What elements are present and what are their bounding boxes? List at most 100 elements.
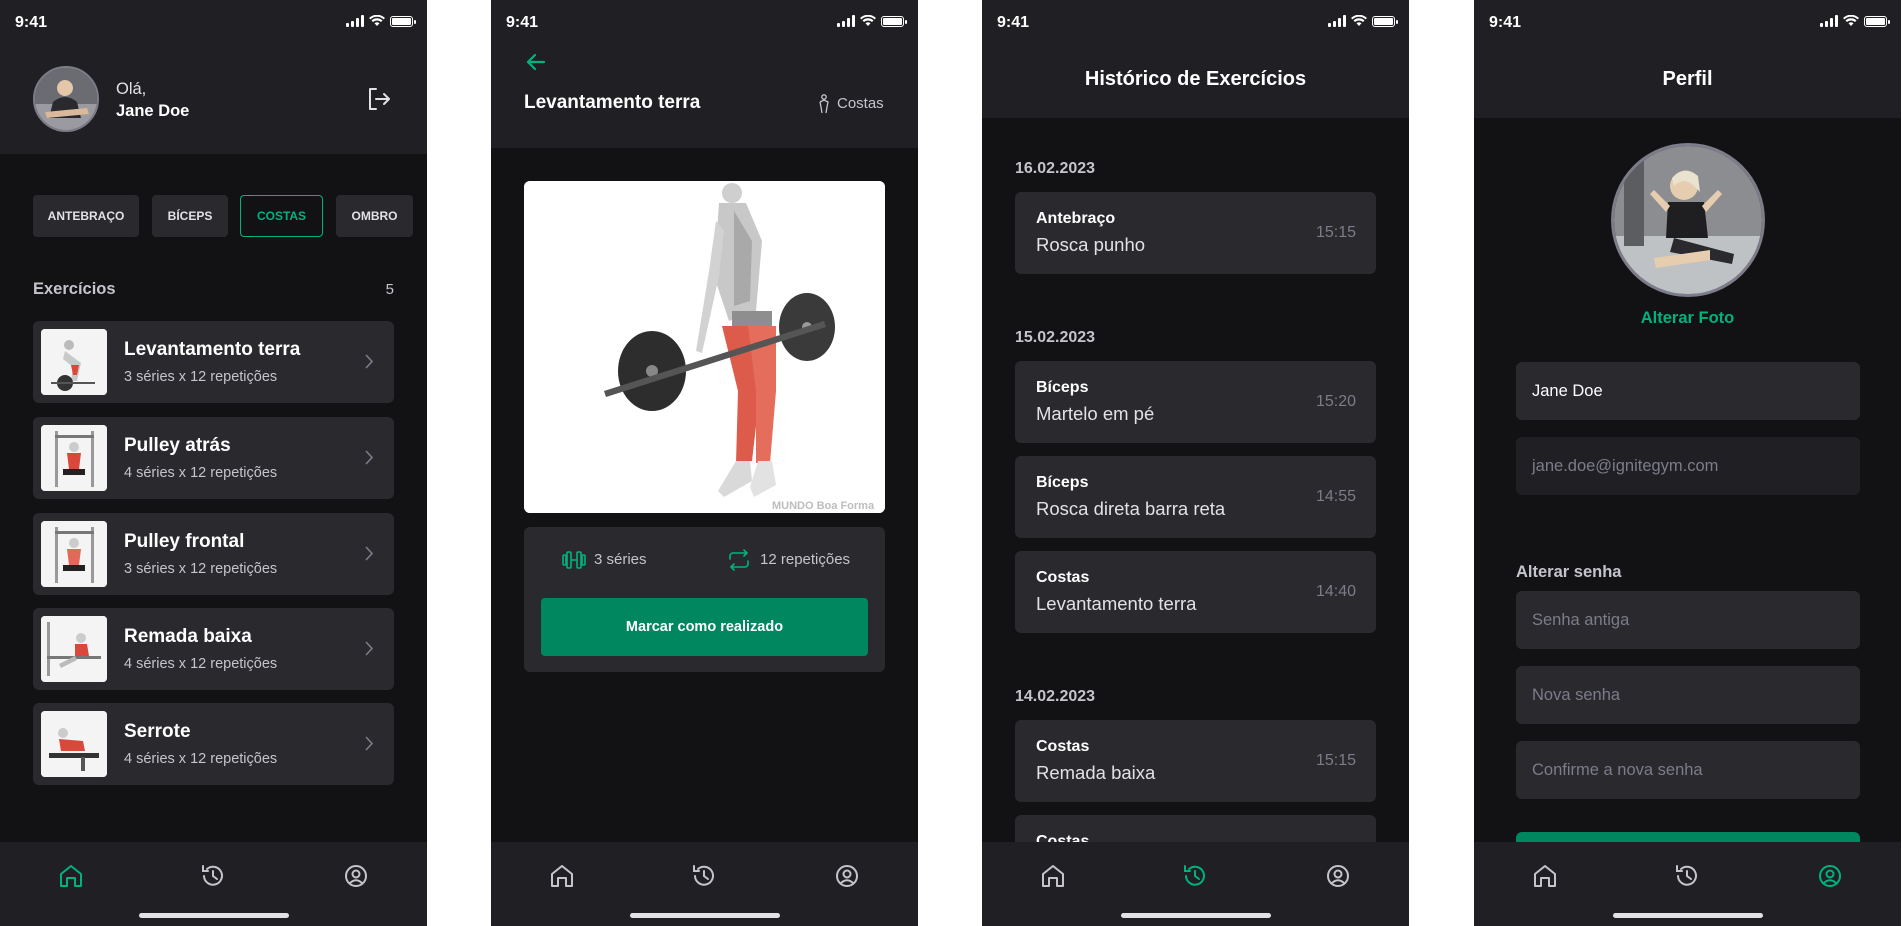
exercise-name: Serrote bbox=[124, 721, 191, 742]
chevron-right-icon bbox=[365, 641, 374, 656]
tab-bar bbox=[491, 842, 918, 926]
exercise-card-levantamento-terra[interactable]: Levantamento terra 3 séries x 12 repetiç… bbox=[33, 321, 394, 403]
battery-icon bbox=[1372, 15, 1398, 27]
chevron-right-icon bbox=[365, 354, 374, 369]
page-title: Histórico de Exercícios bbox=[1084, 68, 1307, 90]
user-name: Jane Doe bbox=[116, 102, 190, 120]
avatar[interactable] bbox=[33, 66, 99, 132]
history-icon[interactable] bbox=[690, 862, 718, 890]
status-icons bbox=[1328, 15, 1398, 27]
history-date: 14.02.2023 bbox=[1015, 688, 1096, 705]
history-item[interactable]: Antebraço Rosca punho 15:15 bbox=[1015, 192, 1376, 274]
history-item-name: Martelo em pé bbox=[1036, 403, 1155, 424]
cellular-icon bbox=[837, 15, 855, 27]
profile-icon[interactable] bbox=[342, 862, 370, 890]
exercise-card-remada-baixa[interactable]: Remada baixa 4 séries x 12 repetições bbox=[33, 608, 394, 690]
history-item-time: 14:55 bbox=[1315, 488, 1356, 505]
logout-icon[interactable] bbox=[366, 86, 392, 112]
mark-done-button[interactable]: Marcar como realizado bbox=[541, 598, 868, 656]
group-costas[interactable]: COSTAS bbox=[240, 195, 323, 237]
notch bbox=[1069, 0, 1322, 31]
chevron-right-icon bbox=[365, 450, 374, 465]
back-arrow-icon[interactable] bbox=[525, 51, 547, 73]
home-indicator bbox=[1612, 913, 1763, 918]
name-field[interactable]: Jane Doe bbox=[1516, 362, 1860, 420]
cellular-icon bbox=[1328, 15, 1346, 27]
history-item[interactable]: Costas Remada baixa 15:15 bbox=[1015, 720, 1376, 802]
email-field: jane.doe@ignitegym.com bbox=[1516, 437, 1860, 495]
history-date: 16.02.2023 bbox=[1015, 160, 1096, 177]
home-icon[interactable] bbox=[548, 862, 576, 890]
status-icons bbox=[1820, 15, 1890, 27]
history-item[interactable]: Costas Levantamento terra 14:40 bbox=[1015, 551, 1376, 633]
notch bbox=[87, 0, 340, 31]
exercise-group-label: Costas bbox=[837, 95, 884, 112]
status-time: 9:41 bbox=[15, 14, 48, 31]
exercise-thumbnail bbox=[41, 616, 107, 682]
group-ombro[interactable]: OMBRO bbox=[336, 195, 413, 237]
tab-bar bbox=[982, 842, 1409, 926]
wifi-icon bbox=[1843, 15, 1859, 26]
exercise-card-serrote[interactable]: Serrote 4 séries x 12 repetições bbox=[33, 703, 394, 785]
repeat-icon bbox=[727, 549, 751, 571]
group-antebraco[interactable]: ANTEBRAÇO bbox=[33, 195, 139, 237]
history-item-time: 15:15 bbox=[1315, 752, 1356, 769]
history-item-group: Antebraço bbox=[1036, 210, 1116, 227]
status-bar: 9:41 bbox=[491, 0, 918, 44]
profile-photo[interactable] bbox=[1611, 143, 1765, 297]
exercise-screen: Levantamento terra Costas MUNDO Boa Form… bbox=[491, 0, 918, 926]
exercise-image: MUNDO Boa Forma bbox=[524, 181, 885, 513]
status-bar: 9:41 bbox=[982, 0, 1409, 44]
status-time: 9:41 bbox=[1489, 14, 1522, 31]
profile-icon[interactable] bbox=[833, 862, 861, 890]
status-icons bbox=[837, 15, 907, 27]
history-icon[interactable] bbox=[1673, 862, 1701, 890]
home-icon[interactable] bbox=[1039, 862, 1067, 890]
group-biceps[interactable]: BÍCEPS bbox=[152, 195, 228, 237]
profile-icon[interactable] bbox=[1324, 862, 1352, 890]
page-title: Perfil bbox=[1662, 68, 1713, 90]
exercise-detail: 3 séries x 12 repetições bbox=[124, 561, 278, 577]
history-icon[interactable] bbox=[1181, 862, 1209, 890]
chevron-right-icon bbox=[365, 546, 374, 561]
history-item[interactable]: Bíceps Martelo em pé 15:20 bbox=[1015, 361, 1376, 443]
exercise-thumbnail bbox=[41, 425, 107, 491]
exercise-name: Pulley frontal bbox=[124, 531, 245, 552]
chevron-right-icon bbox=[365, 736, 374, 751]
history-icon[interactable] bbox=[199, 862, 227, 890]
status-icons bbox=[346, 15, 416, 27]
home-screen: Olá, Jane Doe ANTEBRAÇO BÍCEPS COSTAS OM… bbox=[0, 0, 427, 926]
exercise-detail: 3 séries x 12 repetições bbox=[124, 369, 278, 385]
tab-bar bbox=[1474, 842, 1901, 926]
exercise-card-pulley-frontal[interactable]: Pulley frontal 3 séries x 12 repetições bbox=[33, 513, 394, 595]
exercise-name: Remada baixa bbox=[124, 626, 252, 647]
confirm-password-field[interactable]: Confirme a nova senha bbox=[1516, 741, 1860, 799]
exercise-detail: 4 séries x 12 repetições bbox=[124, 465, 278, 481]
notch bbox=[578, 0, 831, 31]
battery-icon bbox=[881, 15, 907, 27]
exercise-title: Levantamento terra bbox=[524, 92, 701, 113]
notch bbox=[1561, 0, 1814, 31]
profile-icon[interactable] bbox=[1816, 862, 1844, 890]
history-item[interactable]: Bíceps Rosca direta barra reta 14:55 bbox=[1015, 456, 1376, 538]
new-password-field[interactable]: Nova senha bbox=[1516, 666, 1860, 724]
exercise-thumbnail bbox=[41, 329, 107, 395]
old-password-field[interactable]: Senha antiga bbox=[1516, 591, 1860, 649]
wifi-icon bbox=[860, 15, 876, 26]
exercise-name: Pulley atrás bbox=[124, 435, 231, 456]
history-item-time: 15:15 bbox=[1315, 224, 1356, 241]
change-photo-link[interactable]: Alterar Foto bbox=[1474, 309, 1901, 328]
body-icon bbox=[817, 94, 831, 114]
home-icon[interactable] bbox=[57, 862, 85, 890]
watermark: MUNDO Boa Forma bbox=[772, 500, 875, 512]
exercise-card-pulley-atras[interactable]: Pulley atrás 4 séries x 12 repetições bbox=[33, 417, 394, 499]
history-item-group: Costas bbox=[1036, 569, 1090, 586]
home-indicator bbox=[1120, 913, 1271, 918]
exercise-name: Levantamento terra bbox=[124, 339, 301, 360]
home-icon[interactable] bbox=[1531, 862, 1559, 890]
section-title: Exercícios bbox=[33, 280, 116, 298]
greeting-text: Olá, bbox=[116, 80, 147, 98]
history-screen: Histórico de Exercícios 16.02.2023 Anteb… bbox=[982, 0, 1409, 926]
history-item-name: Levantamento terra bbox=[1036, 593, 1197, 614]
history-item-name: Remada baixa bbox=[1036, 762, 1156, 783]
